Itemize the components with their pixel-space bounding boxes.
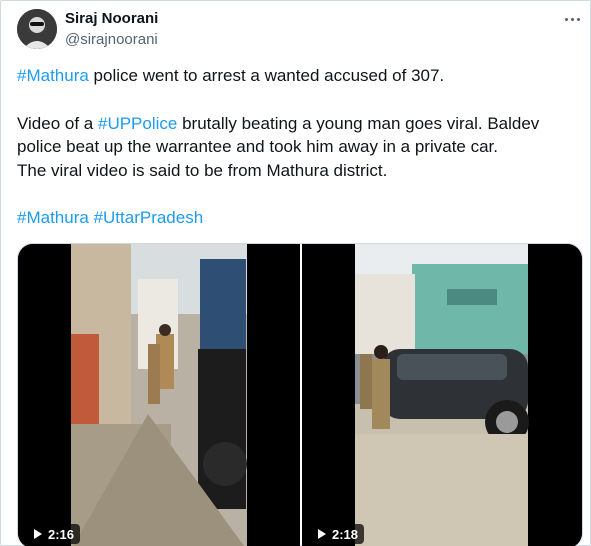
tweet-line-3: police beat up the warrantee and took hi…: [17, 137, 499, 156]
hashtag-link[interactable]: #Mathura: [17, 66, 89, 85]
tweet-line-1-text: police went to arrest a wanted accused o…: [88, 66, 445, 85]
video-thumbnail[interactable]: 2:16: [18, 244, 300, 546]
hashtag-link[interactable]: #UttarPradesh: [94, 208, 204, 227]
video-thumbnail[interactable]: 2:18: [302, 244, 582, 546]
author-name[interactable]: Siraj Noorani: [65, 10, 158, 27]
duration-label: 2:16: [48, 526, 75, 542]
duration-label: 2:18: [332, 526, 359, 542]
more-options-icon[interactable]: [562, 9, 582, 29]
tweet-text: #Mathura police went to arrest a wanted …: [17, 64, 577, 230]
media-grid: 2:16 2:18: [17, 243, 583, 546]
hashtag-link[interactable]: #UPPolice: [98, 114, 177, 133]
video-duration: 2:18: [312, 524, 365, 544]
tweet-hashtags: #Mathura #UttarPradesh: [17, 206, 577, 230]
tweet-line-2: Video of a #UPPolice brutally beating a …: [17, 112, 577, 136]
author-handle[interactable]: @sirajnoorani: [65, 31, 158, 48]
play-icon: [34, 529, 42, 539]
tweet-line-4: The viral video is said to be from Mathu…: [17, 160, 388, 180]
tweet-line-2-text: brutally beating a young man goes viral.…: [177, 113, 540, 133]
video-duration: 2:16: [28, 524, 81, 544]
tweet-line-1: #Mathura police went to arrest a wanted …: [17, 64, 577, 88]
play-icon: [318, 529, 326, 539]
avatar[interactable]: [17, 9, 57, 49]
tweet-line-2-prefix: Video of a: [17, 113, 98, 133]
hashtag-link[interactable]: #Mathura: [17, 208, 89, 227]
